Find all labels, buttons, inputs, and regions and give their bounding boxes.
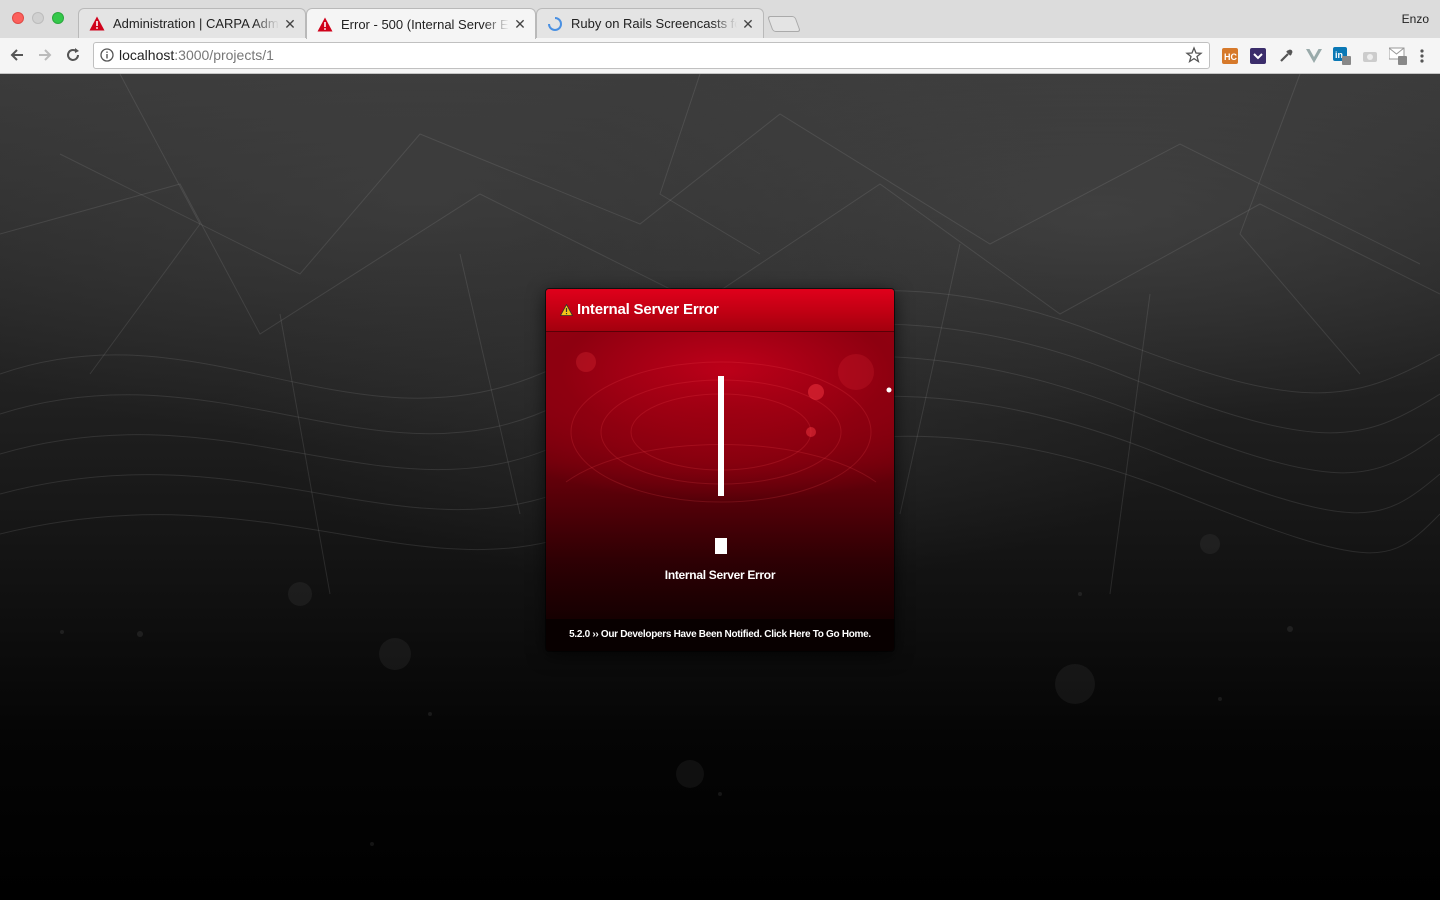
close-tab-icon[interactable]: ✕ [283,17,297,31]
eyedropper-extension-icon[interactable] [1277,47,1295,65]
svg-text:in: in [1335,50,1343,60]
browser-chrome: Administration | CARPA Admin ✕ Error - 5… [0,0,1440,74]
reload-icon[interactable] [62,44,84,66]
chrome-menu-icon[interactable] [1413,47,1431,65]
loading-bar-vertical [718,376,724,496]
dialog-body: Internal Server Error [546,332,894,619]
tab-ruby-on-rails-screencasts[interactable]: Ruby on Rails Screencasts for Web Develo… [536,8,764,38]
pocket-extension-icon[interactable] [1249,47,1267,65]
info-circle-icon[interactable] [100,48,114,62]
url-host: localhost [119,47,175,63]
new-tab-button[interactable] [767,16,801,32]
dialog-header: Internal Server Error [546,289,894,332]
tab-strip: Administration | CARPA Admin ✕ Error - 5… [0,0,1440,39]
profile-name[interactable]: Enzo [1402,12,1429,26]
linkedin-extension-icon[interactable]: in [1333,47,1351,65]
hc-extension-icon[interactable]: HC [1221,47,1239,65]
address-bar[interactable]: localhost:3000/projects/1 [93,42,1210,69]
warning-triangle-icon [317,16,333,32]
browser-toolbar: localhost:3000/projects/1 HC in [0,38,1440,74]
close-tab-icon[interactable]: ✕ [513,17,527,31]
back-arrow-icon[interactable] [6,44,28,66]
gmail-checker-icon[interactable] [1389,47,1407,65]
minimize-window-button[interactable] [32,12,44,24]
tab-title: Error - 500 (Internal Server Error) [341,16,509,32]
camera-extension-icon[interactable] [1361,47,1379,65]
close-window-button[interactable] [12,12,24,24]
maximize-window-button[interactable] [52,12,64,24]
dialog-title: Internal Server Error [577,301,719,318]
bookmark-star-icon[interactable] [1185,46,1203,64]
url-path: :3000/projects/1 [174,47,274,63]
svg-text:HC: HC [1224,52,1237,62]
error-message: Internal Server Error [664,568,776,582]
error-page: Internal Server Error Internal Server Er… [0,74,1440,900]
url-text[interactable]: localhost:3000/projects/1 [119,47,274,63]
warning-triangle-icon [89,16,105,32]
warning-icon [559,303,574,316]
close-tab-icon[interactable]: ✕ [741,17,755,31]
go-home-link[interactable]: 5.2.0 ›› Our Developers Have Been Notifi… [546,629,894,640]
tab-title: Ruby on Rails Screencasts for Web Develo… [571,16,737,31]
vue-devtools-icon[interactable] [1305,47,1323,65]
tab-error-500[interactable]: Error - 500 (Internal Server Error) ✕ [306,8,536,39]
tab-administration[interactable]: Administration | CARPA Admin ✕ [78,8,306,38]
error-dialog: Internal Server Error Internal Server Er… [546,289,894,651]
tab-title: Administration | CARPA Admin [113,16,279,31]
forward-arrow-icon[interactable] [34,44,56,66]
dialog-footer: 5.2.0 ›› Our Developers Have Been Notifi… [546,619,894,651]
loading-spinner-icon [547,16,563,32]
loading-bar-block [715,538,727,554]
